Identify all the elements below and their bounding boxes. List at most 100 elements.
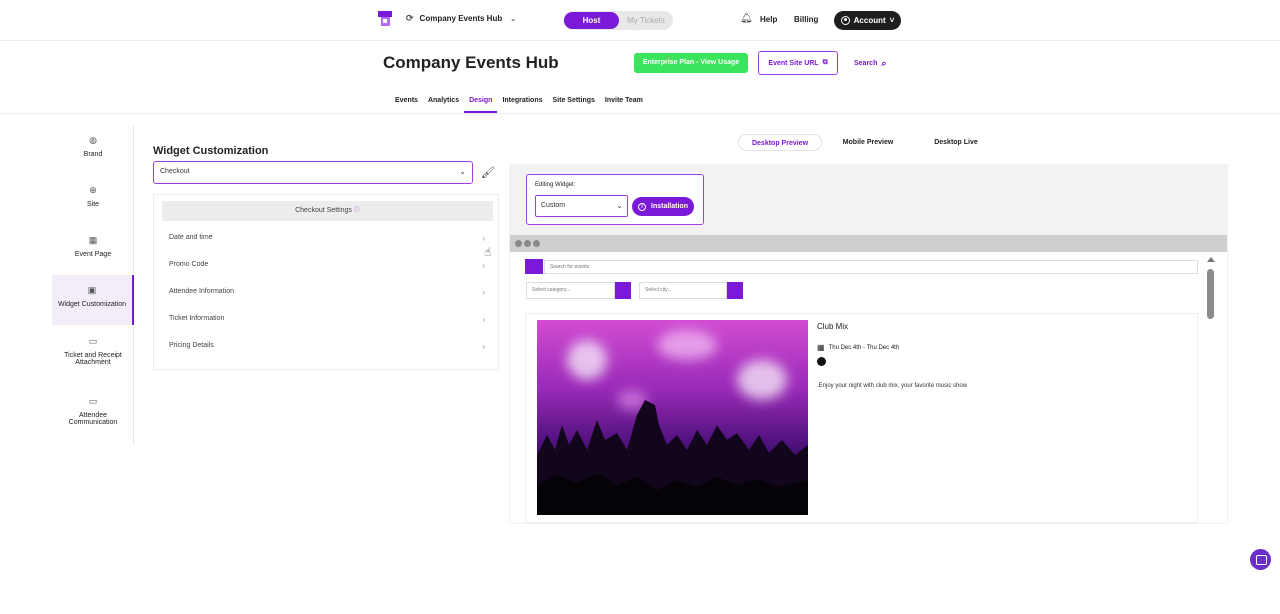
settings-header: Checkout Settings ⓘ [162, 201, 493, 221]
plan-usage-button[interactable]: Enterprise Plan - View Usage [634, 53, 748, 73]
widget-customization-title: Widget Customization [153, 145, 269, 157]
clock-icon [817, 357, 826, 366]
palette-icon: ◍ [89, 135, 97, 145]
sidebar-item-label: Brand [83, 151, 103, 158]
search-label: Search [854, 60, 878, 67]
tab-invite-team[interactable]: Invite Team [600, 96, 648, 113]
sidebar-item-label: Site [86, 201, 100, 208]
tab-events[interactable]: Events [390, 96, 423, 113]
installation-button[interactable]: i Installation [632, 197, 694, 216]
chevron-down-icon: ⌄ [510, 15, 517, 23]
checkout-settings-panel: Checkout Settings ⓘ Date and time › Prom… [153, 194, 499, 370]
brush-icon[interactable]: 🖌︎ [481, 166, 495, 179]
sidebar-item-label: Attendee Communication [68, 412, 118, 426]
sidebar-item-event-page[interactable]: ▦ Event Page [52, 235, 134, 259]
editing-widget-value: Custom [541, 202, 566, 209]
event-card[interactable]: Club Mix ▦ Thu Dec 4th - Thu Dec 4th .En… [525, 313, 1198, 523]
widget-type-select[interactable]: Checkout ⌄ [153, 161, 473, 184]
scroll-up-icon[interactable] [1207, 257, 1215, 262]
chevron-down-icon: ⌄ [459, 167, 466, 176]
org-name: Company Events Hub [419, 14, 503, 23]
event-image [537, 320, 808, 515]
info-icon: i [638, 202, 647, 211]
chat-support-icon[interactable] [1250, 549, 1271, 570]
chevron-down-icon: ˅ [889, 16, 895, 25]
widget-search-input[interactable]: Search for events [544, 260, 1198, 274]
top-bar: ⟳ Company Events Hub ⌄ Host My Tickets 🔔… [0, 0, 1280, 41]
event-date: ▦ Thu Dec 4th - Thu Dec 4th [817, 343, 899, 352]
browser-mock: Search for events Select category... Sel… [510, 235, 1227, 523]
settings-row-label: Date and time [169, 234, 213, 241]
calendar-icon: ▦ [88, 235, 98, 245]
window-dot [524, 240, 531, 247]
calendar-icon: ▦ [817, 343, 825, 352]
settings-row[interactable]: Ticket Information › [162, 306, 493, 332]
widget-icon: ▣ [87, 285, 97, 295]
editing-widget-box: Editing Widget: Custom ⌄ i Installation [526, 174, 704, 225]
tab-integrations[interactable]: Integrations [497, 96, 547, 113]
settings-row[interactable]: Attendee Information › [162, 279, 493, 305]
user-icon [840, 16, 850, 25]
sidebar-item-widget-customization[interactable]: ▣ Widget Customization [52, 275, 134, 325]
city-select[interactable]: Select city... [639, 282, 727, 299]
host-toggle[interactable]: Host [564, 12, 619, 29]
settings-row-label: Promo Code [169, 261, 209, 268]
city-select-button[interactable] [727, 282, 743, 299]
event-title: Club Mix [817, 322, 849, 331]
tab-analytics[interactable]: Analytics [423, 96, 464, 113]
tab-design[interactable]: Design [464, 96, 498, 113]
account-label: Account [853, 16, 886, 25]
settings-title: Checkout Settings [295, 207, 352, 214]
sidebar-item-attendee-communication[interactable]: ▭ Attendee Communication [52, 397, 134, 427]
chevron-down-icon: ⌄ [616, 201, 623, 210]
help-link[interactable]: Help [760, 15, 777, 24]
widget-search-button[interactable] [525, 259, 543, 274]
window-dot [515, 240, 522, 247]
search-link[interactable]: Search ⌕ [854, 58, 886, 69]
logo-icon[interactable] [378, 11, 395, 27]
info-icon[interactable]: ⓘ [354, 208, 360, 214]
sidebar-item-label: Widget Customization [57, 301, 127, 308]
copy-icon: ⧉ [822, 59, 828, 66]
chevron-right-icon: › [482, 234, 485, 243]
tab-desktop-live[interactable]: Desktop Live [920, 134, 992, 151]
settings-row-label: Pricing Details [169, 342, 214, 349]
tab-mobile-preview[interactable]: Mobile Preview [830, 134, 906, 151]
sidebar-item-site[interactable]: ⊕ Site [52, 185, 134, 209]
site-url-label: Event Site URL [768, 59, 819, 67]
attachment-icon: ▭ [88, 336, 98, 346]
settings-row[interactable]: Promo Code › [162, 252, 493, 278]
design-sidebar: ◍ Brand ⊕ Site ▦ Event Page ▣ Widget Cus… [52, 126, 134, 444]
event-site-url-button[interactable]: Event Site URL ⧉ [758, 51, 838, 75]
sidebar-item-label: Event Page [74, 251, 112, 258]
search-icon: ⌕ [881, 58, 887, 68]
chevron-right-icon: › [482, 261, 485, 270]
chevron-right-icon: › [482, 315, 485, 324]
sidebar-item-ticket-attachment[interactable]: ▭ Ticket and Receipt Attachment [52, 336, 134, 367]
billing-link[interactable]: Billing [794, 15, 818, 24]
mode-toggle: Host My Tickets [563, 11, 673, 30]
widget-type-value: Checkout [160, 168, 190, 175]
settings-row[interactable]: Pricing Details › [162, 333, 493, 359]
scrollbar-thumb[interactable] [1207, 269, 1214, 319]
main-nav: Events Analytics Design Integrations Sit… [390, 96, 648, 113]
browser-bar [510, 235, 1227, 252]
window-dot [533, 240, 540, 247]
account-button[interactable]: Account ˅ [834, 11, 901, 30]
settings-row[interactable]: Date and time › [162, 225, 493, 251]
chevron-right-icon: › [482, 342, 485, 351]
tab-site-settings[interactable]: Site Settings [548, 96, 600, 113]
tab-desktop-preview[interactable]: Desktop Preview [738, 134, 822, 151]
category-select-button[interactable] [615, 282, 631, 299]
org-switcher[interactable]: ⟳ Company Events Hub ⌄ [406, 13, 516, 24]
settings-row-label: Ticket Information [169, 315, 225, 322]
nav-divider [0, 113, 1280, 114]
editing-widget-select[interactable]: Custom ⌄ [535, 195, 628, 217]
sidebar-item-brand[interactable]: ◍ Brand [52, 135, 134, 159]
bell-icon[interactable]: 🔔︎ [740, 13, 753, 24]
globe-icon: ⊕ [89, 185, 97, 195]
my-tickets-toggle[interactable]: My Tickets [621, 12, 671, 29]
page-title: Company Events Hub [383, 53, 559, 72]
category-select[interactable]: Select category... [526, 282, 615, 299]
settings-row-label: Attendee Information [169, 288, 234, 295]
